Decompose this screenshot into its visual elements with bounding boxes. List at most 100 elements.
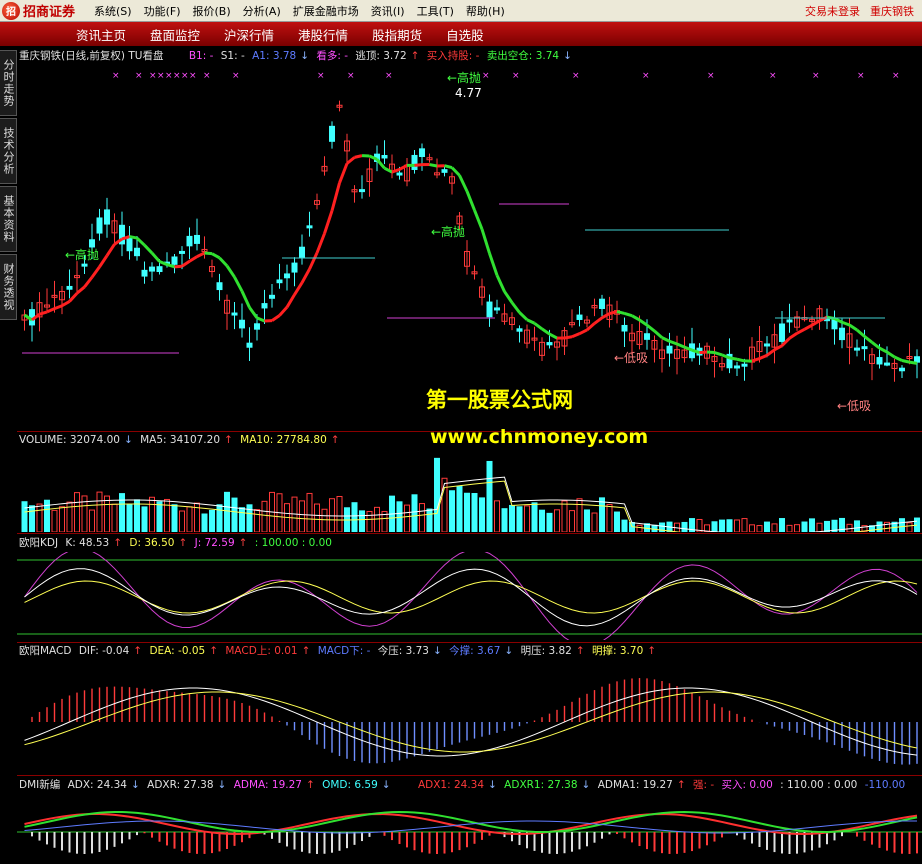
volume-bar [479, 497, 485, 532]
menu-analysis[interactable]: 分析(A) [237, 3, 287, 19]
volume-bar [471, 493, 478, 532]
label-dea: DEA: -0.05 [149, 645, 206, 657]
label-volume: VOLUME: 32074.00 [19, 434, 120, 446]
top-signal-marker: × [181, 71, 189, 81]
top-signal-marker: × [512, 71, 520, 81]
label-s1: S1: - [220, 50, 245, 62]
ma-line-segment [218, 256, 229, 267]
ma-line-segment [83, 276, 94, 288]
high-sell-annotation: ←高抛 [447, 70, 481, 85]
menu-system[interactable]: 系统(S) [88, 3, 138, 19]
watermark-title: 第一股票公式网 [426, 388, 573, 412]
candle-body [741, 363, 748, 367]
menu-info[interactable]: 资讯(I) [365, 3, 411, 19]
volume-bar [171, 504, 178, 532]
candle-body [104, 209, 110, 225]
volume-bar [179, 510, 185, 532]
volume-bar [411, 494, 418, 532]
macd-dif-line [24, 687, 918, 757]
tab-index-futures[interactable]: 股指期货 [360, 25, 434, 44]
menu-extended-market[interactable]: 扩展金融市场 [287, 3, 365, 19]
candlestick-chart[interactable]: × × × × × × × × × × × × × × × × × × × × × ×←高抛←高抛←高抛4.77←低吸←低… [17, 64, 922, 430]
volume-bar [299, 500, 305, 532]
menu-tools[interactable]: 工具(T) [411, 3, 460, 19]
volume-bar [149, 496, 155, 532]
volume-labels: VOLUME: 32074.00 ↓ MA5: 34107.20 ↑ MA10: 2… [19, 434, 340, 446]
tab-hk-quotes[interactable]: 港股行情 [286, 25, 360, 44]
volume-bar [434, 457, 440, 532]
high-sell-annotation: ←高抛 [65, 247, 99, 262]
volume-bar [899, 518, 905, 532]
candle-body [779, 323, 785, 342]
label-adxr: ADXR: 27.38 [147, 779, 214, 791]
ma-line-segment [105, 243, 116, 257]
candle-body [269, 294, 275, 299]
ma-line-segment [714, 351, 723, 357]
panel-divider [17, 642, 922, 643]
ma-line-segment [391, 168, 400, 174]
candle-body [644, 333, 650, 340]
ma-line-segment [338, 162, 349, 184]
label-tao-ding: 逃顶: 3.72 [355, 50, 407, 62]
volume-bar [719, 519, 725, 532]
ma-line-segment [863, 335, 873, 344]
kdj-chart[interactable] [17, 552, 922, 640]
ma-line-segment [458, 174, 469, 192]
top-signal-marker: × [232, 71, 240, 81]
sidetab-fundamentals[interactable]: 基本资料 [0, 186, 17, 252]
candle-body [306, 225, 313, 229]
label-ma10: MA10: 27784.80 [240, 434, 327, 446]
ma-line-segment [848, 323, 858, 332]
volume-bar [516, 506, 523, 532]
volume-chart[interactable] [17, 448, 922, 532]
ma-line-segment [736, 357, 745, 363]
candle-body [299, 246, 305, 259]
label-buy-hold: 买入持股: - [426, 50, 480, 62]
menu-quote[interactable]: 报价(B) [187, 3, 237, 19]
volume-bar [104, 495, 110, 532]
volume-bar [404, 504, 410, 532]
label-jin-cheng: 今撑: 3.67 [449, 645, 501, 657]
candle-body [839, 327, 845, 341]
ma-line-segment [46, 307, 56, 314]
current-stock-name: 重庆钢铁 [870, 4, 914, 18]
candle-body [914, 356, 920, 363]
menu-help[interactable]: 帮助(H) [460, 3, 511, 19]
tab-sh-sz-quotes[interactable]: 沪深行情 [212, 25, 286, 44]
trade-login-status[interactable]: 交易未登录 [805, 3, 860, 19]
ma-line-segment [601, 312, 611, 320]
tab-info-home[interactable]: 资讯主页 [64, 25, 138, 44]
candle-body [516, 328, 523, 332]
top-signal-marker: × [769, 71, 777, 81]
label-dmi-name: DMI新编 [19, 779, 61, 791]
menu-function[interactable]: 功能(F) [138, 3, 187, 19]
candle-body [89, 239, 95, 248]
volume-bar [681, 521, 688, 532]
ma-line-segment [856, 328, 866, 338]
sidetab-intraday[interactable]: 分时走势 [0, 50, 17, 116]
top-signal-marker: × [812, 71, 820, 81]
label-kdj-levels: : 100.00 : 0.00 [254, 537, 332, 549]
volume-bar [36, 503, 43, 532]
dmi-chart[interactable] [17, 794, 922, 864]
sidetab-financials[interactable]: 财务透视 [0, 254, 17, 320]
ma-line-segment [429, 163, 438, 168]
candle-body [494, 307, 500, 311]
candle-body [621, 324, 628, 332]
label-ma5: MA5: 34107.20 [140, 434, 221, 446]
top-signal-marker: × [572, 71, 580, 81]
high-sell-annotation: ←高抛 [431, 224, 465, 239]
label-ming-ya: 明压: 3.82 [520, 645, 572, 657]
logo-text: 招商证券 [23, 5, 76, 20]
ma-line-segment [661, 336, 671, 343]
macd-chart[interactable] [17, 660, 922, 772]
top-signal-marker: × [203, 71, 211, 81]
ma-line-segment [609, 310, 618, 316]
tab-market-monitor[interactable]: 盘面监控 [138, 25, 212, 44]
ma-line-segment [346, 156, 356, 165]
sidetab-technical[interactable]: 技术分析 [0, 118, 17, 184]
candle-body [149, 266, 155, 272]
tab-watchlist[interactable]: 自选股 [434, 25, 496, 44]
ma-line-segment [473, 209, 484, 230]
candle-body [411, 154, 418, 170]
